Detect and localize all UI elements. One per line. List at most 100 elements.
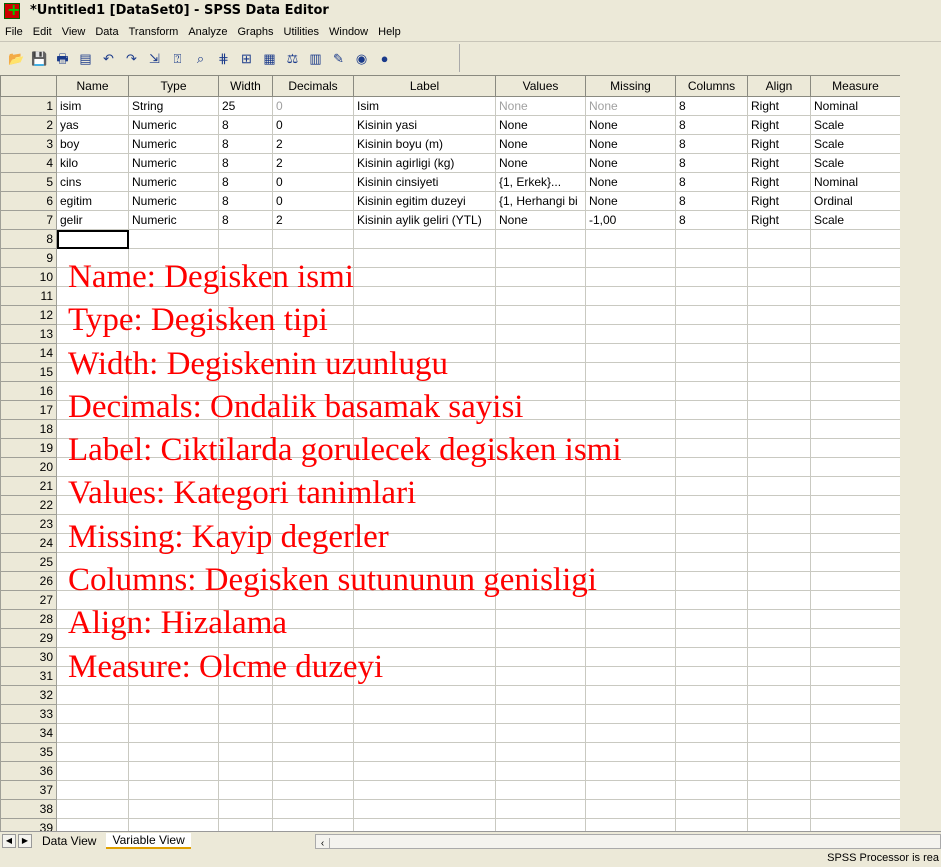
cell-missing[interactable] bbox=[585, 476, 676, 496]
cell-type[interactable] bbox=[128, 571, 219, 591]
cell-label[interactable] bbox=[353, 419, 496, 439]
cell-name[interactable] bbox=[56, 324, 129, 344]
cell-values[interactable] bbox=[495, 514, 586, 534]
menu-edit[interactable]: Edit bbox=[28, 26, 57, 38]
cell-missing[interactable] bbox=[585, 685, 676, 705]
cell-label[interactable] bbox=[353, 761, 496, 781]
cell-label[interactable] bbox=[353, 533, 496, 553]
cell-columns[interactable] bbox=[675, 704, 748, 724]
cell-label[interactable]: Kisinin aylik geliri (YTL) bbox=[353, 210, 496, 230]
menu-transform[interactable]: Transform bbox=[124, 26, 184, 38]
cell-align[interactable] bbox=[747, 286, 811, 306]
cell-columns[interactable] bbox=[675, 419, 748, 439]
cell-type[interactable] bbox=[128, 248, 219, 268]
tab-data-view[interactable]: Data View bbox=[36, 834, 102, 848]
cell-type[interactable]: Numeric bbox=[128, 115, 219, 135]
cell-missing[interactable]: None bbox=[585, 172, 676, 192]
cell-measure[interactable] bbox=[810, 457, 900, 477]
tab-variable-view[interactable]: Variable View bbox=[106, 833, 191, 849]
cell-name[interactable]: egitim bbox=[56, 191, 129, 211]
cell-columns[interactable] bbox=[675, 723, 748, 743]
cell-decimals[interactable] bbox=[272, 552, 354, 572]
cell-width[interactable] bbox=[218, 647, 273, 667]
cell-width[interactable]: 8 bbox=[218, 134, 273, 154]
cell-name[interactable] bbox=[56, 305, 129, 325]
cell-missing[interactable] bbox=[585, 799, 676, 819]
cell-name[interactable] bbox=[56, 590, 129, 610]
menu-graphs[interactable]: Graphs bbox=[232, 26, 278, 38]
cell-values[interactable] bbox=[495, 476, 586, 496]
cell-missing[interactable]: None bbox=[585, 191, 676, 211]
cell-decimals[interactable] bbox=[272, 305, 354, 325]
cell-label[interactable] bbox=[353, 343, 496, 363]
cell-width[interactable] bbox=[218, 229, 273, 249]
cell-align[interactable]: Right bbox=[747, 134, 811, 154]
cell-align[interactable] bbox=[747, 305, 811, 325]
cell-columns[interactable] bbox=[675, 495, 748, 515]
cell-columns[interactable] bbox=[675, 324, 748, 344]
cell-missing[interactable] bbox=[585, 723, 676, 743]
cell-columns[interactable]: 8 bbox=[675, 96, 748, 116]
cell-columns[interactable] bbox=[675, 400, 748, 420]
cell-columns[interactable]: 8 bbox=[675, 172, 748, 192]
cell-type[interactable] bbox=[128, 533, 219, 553]
menu-utilities[interactable]: Utilities bbox=[279, 26, 324, 38]
cell-align[interactable] bbox=[747, 419, 811, 439]
column-header-width[interactable]: Width bbox=[218, 75, 273, 97]
cell-label[interactable]: Kisinin egitim duzeyi bbox=[353, 191, 496, 211]
row-number[interactable]: 39 bbox=[0, 818, 57, 831]
cell-align[interactable] bbox=[747, 476, 811, 496]
cell-label[interactable] bbox=[353, 571, 496, 591]
cell-columns[interactable]: 8 bbox=[675, 191, 748, 211]
cell-columns[interactable]: 8 bbox=[675, 153, 748, 173]
cell-type[interactable] bbox=[128, 666, 219, 686]
cell-columns[interactable] bbox=[675, 248, 748, 268]
cell-measure[interactable] bbox=[810, 362, 900, 382]
cell-name[interactable] bbox=[56, 381, 129, 401]
cell-measure[interactable] bbox=[810, 742, 900, 762]
row-number[interactable]: 28 bbox=[0, 609, 57, 629]
cell-measure[interactable] bbox=[810, 419, 900, 439]
cell-measure[interactable] bbox=[810, 666, 900, 686]
cell-measure[interactable]: Scale bbox=[810, 115, 900, 135]
cell-values[interactable]: {1, Erkek}... bbox=[495, 172, 586, 192]
row-number[interactable]: 14 bbox=[0, 343, 57, 363]
row-number[interactable]: 37 bbox=[0, 780, 57, 800]
cell-width[interactable] bbox=[218, 286, 273, 306]
cell-width[interactable] bbox=[218, 381, 273, 401]
row-number[interactable]: 10 bbox=[0, 267, 57, 287]
cell-measure[interactable]: Scale bbox=[810, 153, 900, 173]
cell-width[interactable] bbox=[218, 666, 273, 686]
cell-values[interactable]: None bbox=[495, 115, 586, 135]
cell-label[interactable] bbox=[353, 248, 496, 268]
select-cases-icon[interactable]: ▥ bbox=[307, 51, 324, 66]
cell-align[interactable] bbox=[747, 381, 811, 401]
use-sets-icon[interactable]: ◉ bbox=[353, 51, 370, 66]
cell-columns[interactable] bbox=[675, 305, 748, 325]
cell-decimals[interactable] bbox=[272, 419, 354, 439]
cell-name[interactable] bbox=[56, 343, 129, 363]
cell-missing[interactable] bbox=[585, 362, 676, 382]
cell-align[interactable] bbox=[747, 571, 811, 591]
cell-decimals[interactable] bbox=[272, 248, 354, 268]
row-number[interactable]: 22 bbox=[0, 495, 57, 515]
cell-decimals[interactable] bbox=[272, 780, 354, 800]
cell-type[interactable]: Numeric bbox=[128, 172, 219, 192]
cell-values[interactable] bbox=[495, 685, 586, 705]
cell-measure[interactable] bbox=[810, 647, 900, 667]
cell-width[interactable] bbox=[218, 704, 273, 724]
cell-label[interactable] bbox=[353, 723, 496, 743]
cell-align[interactable] bbox=[747, 761, 811, 781]
open-folder-icon[interactable]: 📂 bbox=[8, 51, 25, 66]
cell-missing[interactable] bbox=[585, 704, 676, 724]
cell-missing[interactable]: None bbox=[585, 115, 676, 135]
cell-decimals[interactable] bbox=[272, 324, 354, 344]
cell-decimals[interactable] bbox=[272, 666, 354, 686]
cell-width[interactable] bbox=[218, 742, 273, 762]
cell-measure[interactable]: Ordinal bbox=[810, 191, 900, 211]
cell-values[interactable]: None bbox=[495, 96, 586, 116]
cell-missing[interactable] bbox=[585, 533, 676, 553]
cell-measure[interactable] bbox=[810, 571, 900, 591]
cell-columns[interactable] bbox=[675, 590, 748, 610]
cell-missing[interactable]: -1,00 bbox=[585, 210, 676, 230]
